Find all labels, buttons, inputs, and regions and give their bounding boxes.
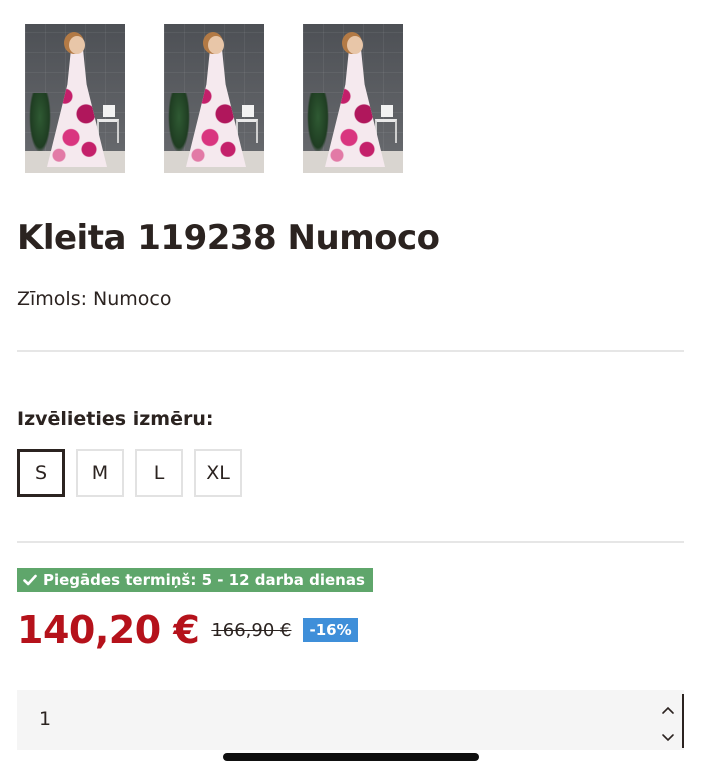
delivery-text: Piegādes termiņš: 5 - 12 darba dienas [43, 571, 365, 589]
chevron-up-icon[interactable] [658, 700, 678, 720]
size-option-s[interactable]: S [17, 449, 65, 497]
image-gallery [25, 24, 403, 173]
old-price: 166,90 € [211, 619, 292, 641]
current-price: 140,20 € [17, 608, 200, 652]
check-icon [23, 573, 37, 587]
product-title: Kleita 119238 Numoco [17, 218, 440, 258]
price-row: 140,20 € 166,90 € -16% [17, 608, 358, 652]
size-selector-label: Izvēlieties izmēru: [17, 408, 214, 430]
delivery-badge: Piegādes termiņš: 5 - 12 darba dienas [17, 568, 373, 592]
size-option-l[interactable]: L [135, 449, 183, 497]
discount-badge: -16% [303, 618, 358, 642]
size-option-m[interactable]: M [76, 449, 124, 497]
gallery-thumbnail-3[interactable] [303, 24, 403, 173]
divider [17, 541, 684, 543]
divider [17, 350, 684, 352]
size-option-xl[interactable]: XL [194, 449, 242, 497]
gallery-thumbnail-2[interactable] [164, 24, 264, 173]
quantity-stepper[interactable]: 1 [17, 690, 684, 750]
size-selector: S M L XL [17, 449, 242, 497]
gallery-thumbnail-1[interactable] [25, 24, 125, 173]
home-indicator [223, 753, 479, 761]
quantity-input[interactable]: 1 [39, 708, 51, 730]
chevron-down-icon[interactable] [658, 728, 678, 748]
product-brand: Zīmols: Numoco [17, 288, 172, 310]
quantity-spinner [654, 694, 684, 748]
